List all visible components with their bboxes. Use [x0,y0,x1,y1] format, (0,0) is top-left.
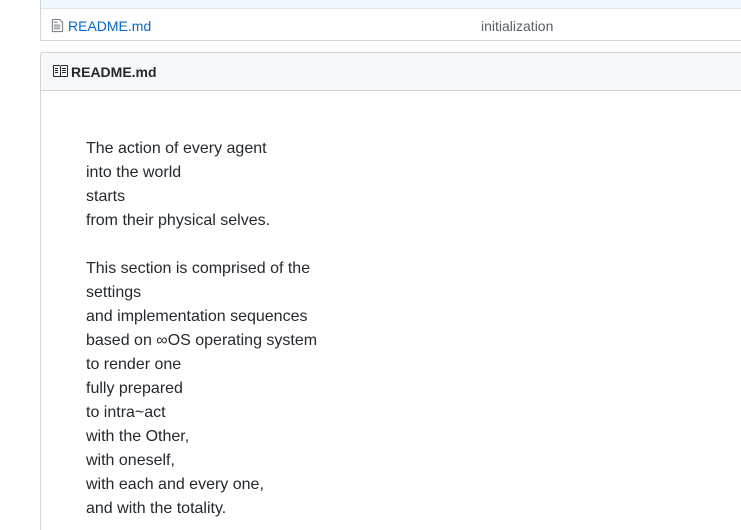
page: README.md initialization README.md The a… [0,0,741,530]
readme-line: into the world [86,164,182,181]
commit-message-link[interactable]: initialization [481,17,553,35]
readme-line: The action of every agent [86,140,267,157]
readme-line: fully prepared [86,380,183,397]
readme-paragraph: The action of every agent into the world… [86,137,686,233]
readme-paragraph: This section is comprised of the setting… [86,257,686,521]
readme-line: to render one [86,356,182,373]
readme-title: README.md [71,64,157,80]
readme-line: based on ∞OS operating system [86,332,318,349]
file-list: README.md initialization [40,0,741,41]
readme-line: with oneself, [86,452,175,469]
file-text-icon [51,18,64,33]
file-list-header-strip [41,0,741,9]
readme-line: and with the totality. [86,500,227,517]
file-row: README.md initialization [41,9,741,41]
readme-line: and implementation sequences [86,308,308,325]
readme-line: This section is comprised of the [86,260,311,277]
readme-line: starts [86,188,126,205]
readme-line: with each and every one, [86,476,264,493]
readme-body: The action of every agent into the world… [86,137,686,530]
readme-header: README.md [41,53,741,91]
readme-line: with the Other, [86,428,190,445]
book-icon [53,65,68,77]
readme-line: from their physical selves. [86,212,271,229]
readme-line: to intra~act [86,404,166,421]
readme-box: README.md The action of every agent into… [40,52,741,530]
readme-line: settings [86,284,142,301]
file-name-link[interactable]: README.md [68,17,151,35]
